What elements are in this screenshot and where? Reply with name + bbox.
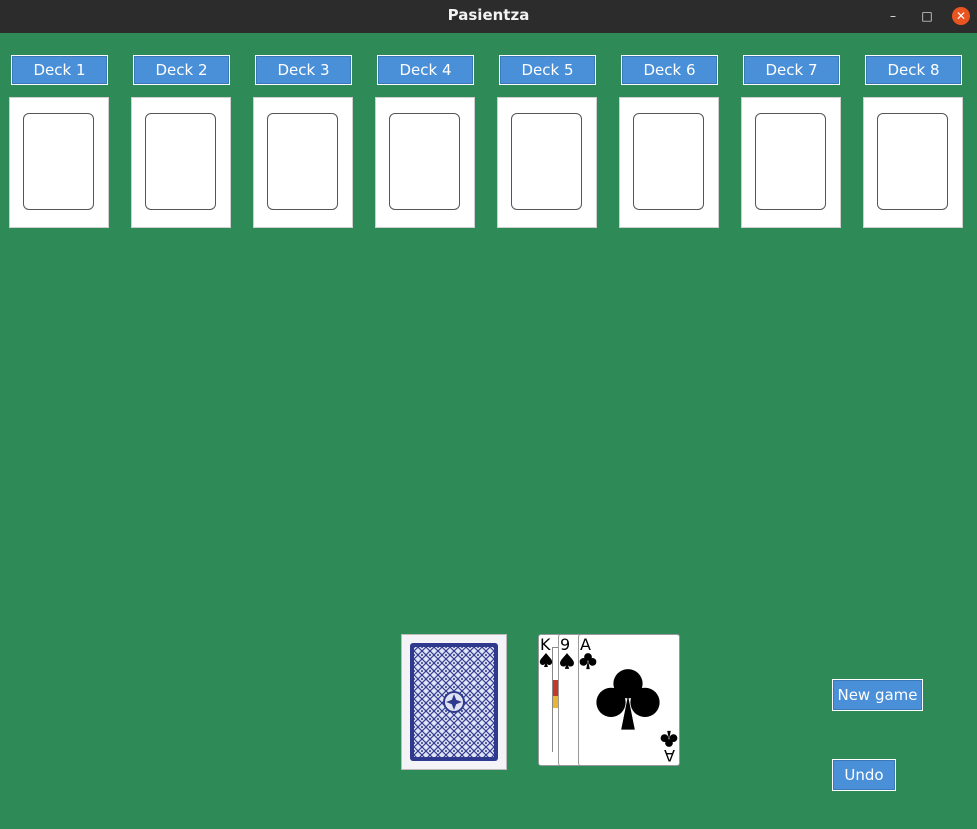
empty-slot-outline <box>145 113 216 210</box>
deck-button-8[interactable]: Deck 8 <box>865 55 962 85</box>
deck-slot-5[interactable] <box>497 97 597 228</box>
card-back-icon <box>410 643 498 761</box>
deck-button-3[interactable]: Deck 3 <box>255 55 352 85</box>
empty-slot-outline <box>633 113 704 210</box>
empty-slot-outline <box>23 113 94 210</box>
deck-slot-7[interactable] <box>741 97 841 228</box>
card-corner-inverted: A <box>660 729 678 765</box>
deck-slot-2[interactable] <box>131 97 231 228</box>
undo-button[interactable]: Undo <box>832 759 896 791</box>
maximize-icon[interactable]: □ <box>918 7 936 25</box>
deck-slot-4[interactable] <box>375 97 475 228</box>
empty-slot-outline <box>389 113 460 210</box>
deck-button-1[interactable]: Deck 1 <box>11 55 108 85</box>
empty-slot-outline <box>511 113 582 210</box>
card-rank: A <box>664 746 675 765</box>
deck-button-5[interactable]: Deck 5 <box>499 55 596 85</box>
spade-icon <box>560 653 574 669</box>
deck-slot-8[interactable] <box>863 97 963 228</box>
spade-icon <box>539 653 553 667</box>
title-bar: Pasientza – □ ✕ <box>0 0 977 33</box>
window-title: Pasientza <box>447 6 530 24</box>
deck-button-7[interactable]: Deck 7 <box>743 55 840 85</box>
empty-slot-outline <box>755 113 826 210</box>
deck-button-6[interactable]: Deck 6 <box>621 55 718 85</box>
deck-slot-6[interactable] <box>619 97 719 228</box>
club-icon <box>660 730 678 747</box>
deck-button-2[interactable]: Deck 2 <box>133 55 230 85</box>
club-icon <box>596 669 660 730</box>
waste-card-3[interactable]: A A <box>578 634 680 766</box>
deck-button-4[interactable]: Deck 4 <box>377 55 474 85</box>
stock-pile[interactable] <box>401 634 507 770</box>
minimize-icon[interactable]: – <box>884 7 902 25</box>
deck-slot-1[interactable] <box>9 97 109 228</box>
empty-slot-outline <box>267 113 338 210</box>
deck-slot-3[interactable] <box>253 97 353 228</box>
empty-slot-outline <box>877 113 948 210</box>
new-game-button[interactable]: New game <box>832 679 923 711</box>
close-icon[interactable]: ✕ <box>952 7 970 25</box>
